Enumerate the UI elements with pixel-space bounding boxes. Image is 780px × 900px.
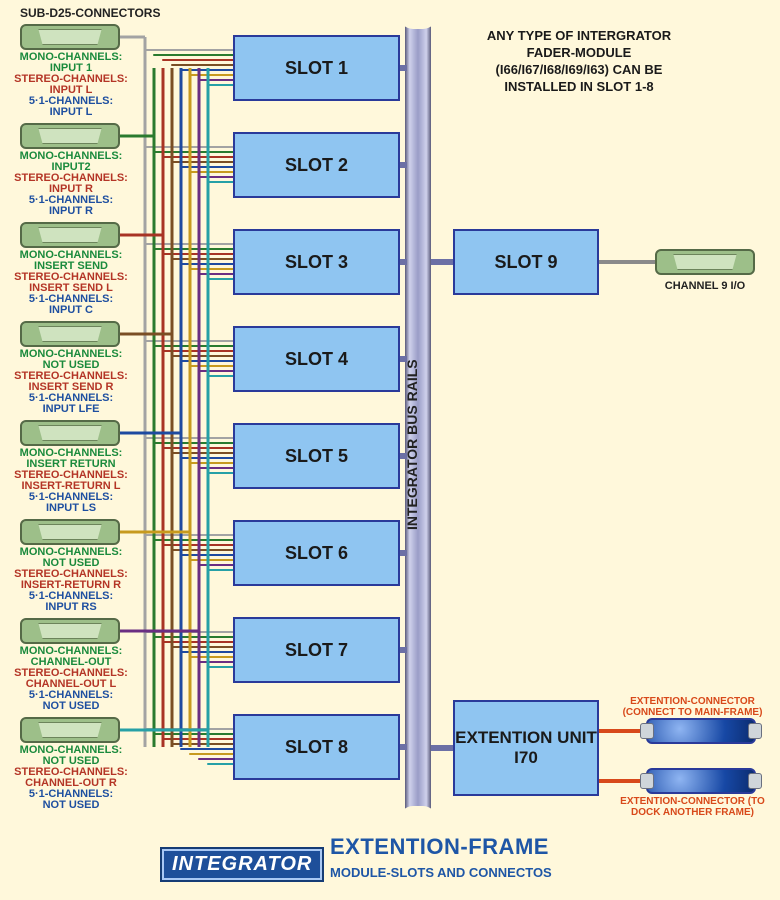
conn-3-label-5: INPUT C xyxy=(12,305,130,317)
slot-2: SLOT 2 xyxy=(233,132,400,198)
ext-connector-top xyxy=(646,718,756,744)
bus-rails-label: INTEGRATOR BUS RAILS xyxy=(404,359,420,530)
slot-4: SLOT 4 xyxy=(233,326,400,392)
slot-5: SLOT 5 xyxy=(233,423,400,489)
extention-unit-i70: EXTENTION UNIT I70 xyxy=(453,700,599,796)
slot-1: SLOT 1 xyxy=(233,35,400,101)
integrator-logo: INTEGRATOR xyxy=(160,847,324,882)
db25-connector-slot-9 xyxy=(655,249,755,275)
conn-6-label-5: INPUT RS xyxy=(12,602,130,614)
db25-connector-8 xyxy=(20,717,120,743)
conn-7-label-5: NOT USED xyxy=(12,701,130,713)
conn-1-label-5: INPUT L xyxy=(12,107,130,119)
ext-connector-bottom-label: EXTENTION-CONNECTOR (TO DOCK ANOTHER FRA… xyxy=(615,796,770,818)
ext-connector-top-label: EXTENTION-CONNECTOR (CONNECT TO MAIN-FRA… xyxy=(615,696,770,718)
db25-connector-7 xyxy=(20,618,120,644)
conn-2-label-5: INPUT R xyxy=(12,206,130,218)
db25-connector-2 xyxy=(20,123,120,149)
diagram-stage: SUB-D25-CONNECTORS INTEGRATOR BUS RAILS … xyxy=(0,0,780,900)
slot-3: SLOT 3 xyxy=(233,229,400,295)
slot-7: SLOT 7 xyxy=(233,617,400,683)
db25-connector-1 xyxy=(20,24,120,50)
db25-connector-5 xyxy=(20,420,120,446)
slot-9: SLOT 9 xyxy=(453,229,599,295)
sub-d25-header: SUB-D25-CONNECTORS xyxy=(20,6,160,20)
conn-5-label-5: INPUT LS xyxy=(12,503,130,515)
channel-9-io-label: CHANNEL 9 I/O xyxy=(655,280,755,292)
conn-4-label-5: INPUT LFE xyxy=(12,404,130,416)
slot-8: SLOT 8 xyxy=(233,714,400,780)
slot-install-note: ANY TYPE OF INTERGRATOR FADER-MODULE (I6… xyxy=(484,28,674,96)
title-line-2: MODULE-SLOTS AND CONNECTOS xyxy=(330,865,552,880)
slot-6: SLOT 6 xyxy=(233,520,400,586)
db25-connector-3 xyxy=(20,222,120,248)
ext-connector-bottom xyxy=(646,768,756,794)
title-line-1: EXTENTION-FRAME xyxy=(330,834,549,860)
db25-connector-6 xyxy=(20,519,120,545)
conn-8-label-5: NOT USED xyxy=(12,800,130,812)
db25-connector-4 xyxy=(20,321,120,347)
